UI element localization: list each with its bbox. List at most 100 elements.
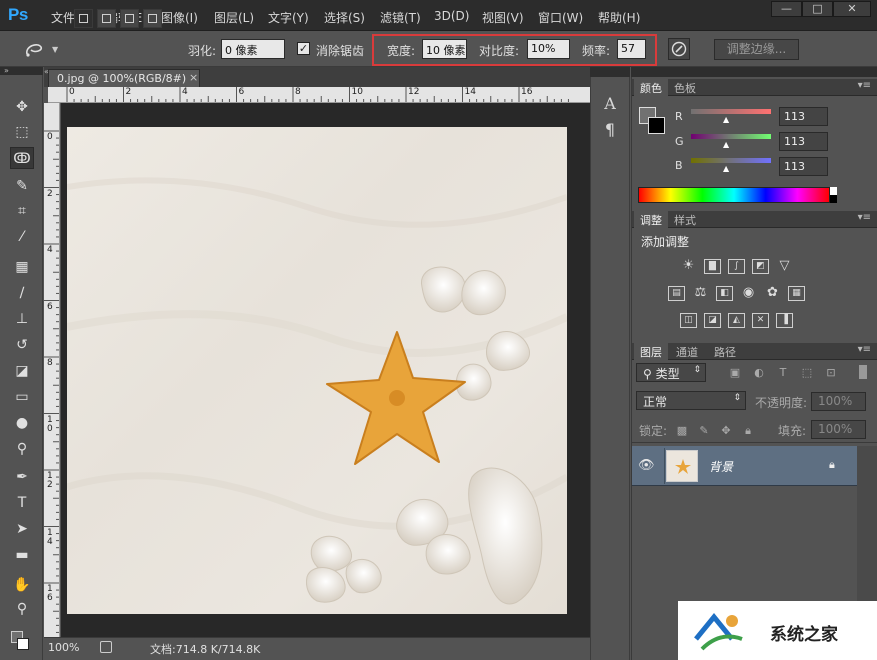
opacity-input[interactable]: 100% — [811, 392, 866, 411]
clone-stamp-tool-icon[interactable]: ⊥ — [10, 308, 34, 330]
zoom-tool-icon[interactable]: ⚲ — [10, 598, 34, 620]
feather-input[interactable]: 0 像素 — [221, 39, 285, 59]
paragraph-panel-icon[interactable]: ¶ — [600, 120, 620, 140]
lock-position-icon[interactable]: ✥ — [719, 424, 733, 438]
fill-input[interactable]: 100% — [811, 420, 866, 439]
menu-view[interactable]: 视图(V) — [482, 9, 524, 26]
layer-name[interactable]: 背景 — [709, 458, 733, 475]
filter-smart-icon[interactable]: ⊡ — [824, 366, 838, 380]
character-panel-icon[interactable]: A — [600, 94, 620, 114]
filter-pixel-icon[interactable]: ▣ — [728, 366, 742, 380]
quick-selection-tool-icon[interactable]: ✎ — [10, 175, 34, 197]
color-panel-menu-icon[interactable]: ▾≡ — [858, 80, 871, 91]
photo-filter-icon[interactable]: ◉ — [740, 286, 757, 301]
posterize-icon[interactable]: ◪ — [704, 313, 721, 328]
preset-dropdown-icon[interactable]: ▼ — [52, 45, 58, 54]
layer-thumbnail[interactable] — [666, 450, 698, 482]
status-menu-icon[interactable] — [100, 641, 112, 653]
marquee-tool-icon[interactable]: ⬚ — [10, 121, 34, 143]
close-button[interactable]: ✕ — [833, 1, 871, 17]
filter-adjustment-icon[interactable]: ◐ — [752, 366, 766, 380]
gradient-tool-icon[interactable]: ▭ — [10, 386, 34, 408]
contrast-input[interactable]: 10% — [527, 39, 570, 59]
color-background-swatch[interactable] — [648, 117, 665, 134]
blue-slider-thumb-icon[interactable]: ▲ — [723, 164, 729, 173]
shape-tool-icon[interactable]: ▬ — [10, 544, 34, 566]
selective-color-icon[interactable]: ✕ — [752, 313, 769, 328]
pen-pressure-button[interactable] — [668, 38, 690, 60]
eyedropper-tool-icon[interactable]: ⁄ — [10, 226, 34, 248]
color-balance-icon[interactable]: ⚖ — [692, 286, 709, 301]
visibility-eye-icon[interactable]: 👁︎ — [638, 458, 655, 473]
history-brush-tool-icon[interactable]: ↺ — [10, 334, 34, 356]
document-tab[interactable]: 0.jpg @ 100%(RGB/8#) × — [48, 69, 200, 87]
tab-color[interactable]: 颜色 — [634, 79, 668, 96]
antialias-checkbox[interactable]: ✓ — [297, 42, 310, 55]
lasso-tool-icon[interactable]: ↂ — [10, 147, 34, 169]
new-selection-button[interactable] — [74, 9, 93, 28]
lock-transparent-icon[interactable]: ▩ — [675, 424, 689, 438]
document-tab-close-icon[interactable]: × — [189, 71, 198, 84]
filter-toggle[interactable] — [859, 365, 867, 379]
menu-filter[interactable]: 滤镜(T) — [380, 9, 421, 26]
crop-tool-icon[interactable]: ⌗ — [10, 200, 34, 222]
path-selection-tool-icon[interactable]: ➤ — [10, 518, 34, 540]
red-slider[interactable] — [691, 109, 771, 114]
document-image[interactable] — [67, 127, 567, 614]
invert-icon[interactable]: ◫ — [680, 313, 697, 328]
red-value-input[interactable]: 113 — [779, 107, 828, 126]
threshold-icon[interactable]: ◭ — [728, 313, 745, 328]
pen-tool-icon[interactable]: ✒ — [10, 466, 34, 488]
background-color-swatch[interactable] — [17, 638, 29, 650]
lock-all-icon[interactable]: 🔒︎ — [741, 424, 755, 438]
vibrance-icon[interactable]: ▽ — [776, 259, 793, 274]
green-slider[interactable] — [691, 134, 771, 139]
blue-value-input[interactable]: 113 — [779, 157, 828, 176]
blend-mode-select[interactable]: 正常 ⇕ — [636, 391, 746, 410]
menu-layer[interactable]: 图层(L) — [214, 9, 254, 26]
brush-tool-icon[interactable]: ∕ — [10, 282, 34, 304]
add-selection-button[interactable] — [97, 9, 116, 28]
eraser-tool-icon[interactable]: ◪ — [10, 360, 34, 382]
menu-select[interactable]: 选择(S) — [324, 9, 365, 26]
minimize-button[interactable]: — — [771, 1, 802, 17]
intersect-selection-button[interactable] — [143, 9, 162, 28]
menu-type[interactable]: 文字(Y) — [268, 9, 309, 26]
menu-help[interactable]: 帮助(H) — [598, 9, 640, 26]
refine-edge-button[interactable]: 调整边缘... — [714, 39, 799, 60]
type-tool-icon[interactable]: T — [10, 492, 34, 514]
zoom-level[interactable]: 100% — [48, 641, 79, 654]
curves-icon[interactable]: ∫ — [728, 259, 745, 274]
layers-panel-menu-icon[interactable]: ▾≡ — [858, 344, 871, 355]
gradient-map-icon[interactable]: ▐ — [776, 313, 793, 328]
menu-3d[interactable]: 3D(D) — [434, 9, 469, 23]
blur-tool-icon[interactable]: ● — [10, 412, 34, 434]
adjust-panel-menu-icon[interactable]: ▾≡ — [858, 212, 871, 223]
brightness-icon[interactable]: ☀ — [680, 259, 697, 274]
menu-image[interactable]: 图像(I) — [161, 9, 198, 26]
blue-slider[interactable] — [691, 158, 771, 163]
subtract-selection-button[interactable] — [120, 9, 139, 28]
black-white-swatch[interactable] — [830, 187, 837, 203]
collapse-icon[interactable]: » — [4, 66, 9, 75]
exposure-icon[interactable]: ◩ — [752, 259, 769, 274]
frequency-input[interactable]: 57 — [617, 39, 646, 59]
width-input[interactable]: 10 像素 — [422, 39, 467, 59]
tab-styles[interactable]: 样式 — [668, 211, 702, 228]
hue-saturation-icon[interactable]: ▤ — [668, 286, 685, 301]
levels-icon[interactable]: ▇ — [704, 259, 721, 274]
tab-paths[interactable]: 路径 — [708, 343, 742, 360]
layer-filter-select[interactable]: ⚲ 类型 ⇕ — [636, 363, 706, 382]
color-lookup-icon[interactable]: ▦ — [788, 286, 805, 301]
green-slider-thumb-icon[interactable]: ▲ — [723, 140, 729, 149]
lock-pixels-icon[interactable]: ✎ — [697, 424, 711, 438]
dodge-tool-icon[interactable]: ⚲ — [10, 438, 34, 460]
filter-shape-icon[interactable]: ⬚ — [800, 366, 814, 380]
color-spectrum-bar[interactable] — [638, 187, 830, 203]
red-slider-thumb-icon[interactable]: ▲ — [723, 115, 729, 124]
move-tool-icon[interactable]: ✥ — [10, 96, 34, 118]
layer-row[interactable]: 👁︎ 背景 🔒︎ — [632, 446, 857, 486]
tab-swatches[interactable]: 色板 — [668, 79, 702, 96]
tab-adjustments[interactable]: 调整 — [634, 211, 668, 228]
tab-layers[interactable]: 图层 — [634, 343, 668, 360]
